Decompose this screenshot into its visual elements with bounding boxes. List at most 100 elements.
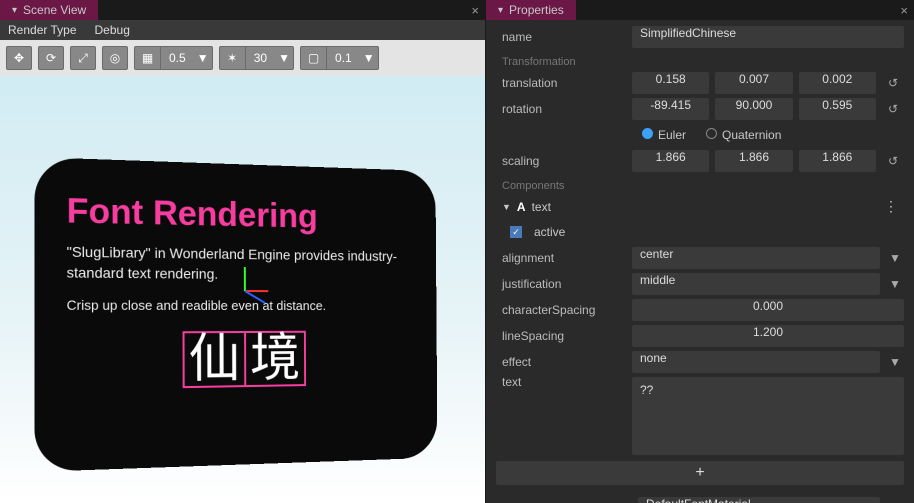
- name-label: name: [496, 30, 626, 44]
- active-label: active: [534, 225, 565, 239]
- dropdown-icon[interactable]: ▼: [886, 355, 904, 369]
- close-icon[interactable]: ×: [471, 3, 479, 18]
- cjk-char-2: 境: [246, 333, 304, 385]
- justification-row: justification middle ▼: [496, 271, 904, 297]
- snap-value[interactable]: 0.1: [327, 51, 360, 65]
- justification-label: justification: [496, 277, 626, 291]
- properties-body: name SimplifiedChinese Transformation tr…: [486, 20, 914, 503]
- text-field[interactable]: ??: [632, 377, 904, 455]
- collapse-triangle-icon: ▼: [502, 202, 511, 212]
- material-row: ▶ material DefaultFontMaterial▼: [496, 495, 904, 503]
- menu-render-type[interactable]: Render Type: [8, 23, 77, 37]
- dropdown-icon[interactable]: ▼: [886, 277, 904, 291]
- close-icon[interactable]: ×: [900, 3, 908, 18]
- transformation-section: Transformation: [496, 50, 904, 70]
- rotation-y-field[interactable]: 90.000: [715, 98, 792, 120]
- scene-view-menubar: Render Type Debug: [0, 20, 485, 40]
- rotation-mode-row: Euler Quaternion: [496, 122, 904, 148]
- scene-view-title: Scene View: [23, 3, 86, 17]
- active-checkbox[interactable]: ✓: [510, 226, 522, 238]
- properties-panel: ▾ Properties × name SimplifiedChinese Tr…: [485, 0, 914, 503]
- quaternion-radio[interactable]: Quaternion: [706, 128, 781, 142]
- name-row: name SimplifiedChinese: [496, 24, 904, 50]
- euler-radio[interactable]: Euler: [642, 128, 686, 142]
- card-subtitle-2: Crisp up close and readible even at dist…: [67, 298, 410, 314]
- rotation-z-field[interactable]: 0.595: [799, 98, 876, 120]
- justification-select[interactable]: middle: [632, 273, 880, 295]
- text-card-3d: Font Rendering "SlugLibrary" in Wonderla…: [34, 157, 437, 472]
- scaling-row: scaling 1.866 1.866 1.866 ↺: [496, 148, 904, 174]
- scene-toolbar: ✥ ⟳ ⤢ ◎ ▦ 0.5 ▼ ✶ 30 ▼ ▢ 0.1 ▼: [0, 40, 485, 76]
- translation-reset-button[interactable]: ↺: [882, 72, 904, 94]
- dropdown-icon[interactable]: ▼: [886, 251, 904, 265]
- angle-value[interactable]: 30: [246, 51, 275, 65]
- menu-debug[interactable]: Debug: [95, 23, 130, 37]
- alignment-row: alignment center ▼: [496, 245, 904, 271]
- cjk-selection-box: 仙 境: [182, 331, 306, 388]
- text-component-header[interactable]: ▼ A text ⋮: [496, 194, 904, 219]
- grid-snap-group: ▦ 0.5 ▼: [134, 46, 213, 70]
- scaling-label: scaling: [496, 154, 626, 168]
- translation-z-field[interactable]: 0.002: [799, 72, 876, 94]
- grid-dropdown[interactable]: ▼: [194, 51, 212, 65]
- translation-y-field[interactable]: 0.007: [715, 72, 792, 94]
- active-row: ✓ active: [496, 219, 904, 245]
- world-space-button[interactable]: ◎: [102, 46, 128, 70]
- chevron-down-icon: ▾: [12, 5, 17, 16]
- char-spacing-field[interactable]: 0.000: [632, 299, 904, 321]
- translation-x-field[interactable]: 0.158: [632, 72, 709, 94]
- components-section: Components: [496, 174, 904, 194]
- grid-icon[interactable]: ▦: [135, 46, 161, 70]
- gizmo-x-axis: [245, 290, 268, 292]
- text-type-icon: A: [517, 200, 526, 214]
- name-field[interactable]: SimplifiedChinese: [632, 26, 904, 48]
- grid-value[interactable]: 0.5: [161, 51, 194, 65]
- line-spacing-field[interactable]: 1.200: [632, 325, 904, 347]
- char-spacing-label: characterSpacing: [496, 303, 626, 317]
- move-snap-group: ▢ 0.1 ▼: [300, 46, 379, 70]
- scaling-x-field[interactable]: 1.866: [632, 150, 709, 172]
- cjk-sample: 仙 境: [67, 331, 410, 391]
- effect-select[interactable]: none: [632, 351, 880, 373]
- move-tool-button[interactable]: ✥: [6, 46, 32, 70]
- text-row: text ??: [496, 375, 904, 457]
- angle-icon[interactable]: ✶: [220, 46, 246, 70]
- component-type: text: [532, 200, 551, 214]
- alignment-select[interactable]: center: [632, 247, 880, 269]
- translation-row: translation 0.158 0.007 0.002 ↺: [496, 70, 904, 96]
- scale-tool-button[interactable]: ⤢: [70, 46, 96, 70]
- properties-header: ▾ Properties ×: [486, 0, 914, 20]
- angle-dropdown[interactable]: ▼: [275, 51, 293, 65]
- snap-dropdown[interactable]: ▼: [360, 51, 378, 65]
- rotation-label: rotation: [496, 102, 626, 116]
- line-spacing-row: lineSpacing 1.200: [496, 323, 904, 349]
- angle-snap-group: ✶ 30 ▼: [219, 46, 294, 70]
- radio-on-icon: [642, 128, 653, 139]
- radio-off-icon: [706, 128, 717, 139]
- cjk-char-1: 仙: [185, 333, 247, 386]
- scaling-reset-button[interactable]: ↺: [882, 150, 904, 172]
- effect-label: effect: [496, 355, 626, 369]
- effect-row: effect none ▼: [496, 349, 904, 375]
- scaling-z-field[interactable]: 1.866: [799, 150, 876, 172]
- char-spacing-row: characterSpacing 0.000: [496, 297, 904, 323]
- alignment-label: alignment: [496, 251, 626, 265]
- rotate-tool-button[interactable]: ⟳: [38, 46, 64, 70]
- chevron-down-icon: ▾: [498, 5, 503, 16]
- rotation-reset-button[interactable]: ↺: [882, 98, 904, 120]
- text-label: text: [496, 375, 626, 389]
- component-menu-button[interactable]: ⋮: [884, 198, 898, 215]
- scene-view-header: ▾ Scene View ×: [0, 0, 485, 20]
- add-component-button[interactable]: +: [496, 461, 904, 485]
- scene-viewport-3d[interactable]: Font Rendering "SlugLibrary" in Wonderla…: [0, 76, 485, 503]
- scene-view-tab[interactable]: ▾ Scene View: [0, 0, 98, 20]
- translation-label: translation: [496, 76, 626, 90]
- scaling-y-field[interactable]: 1.866: [715, 150, 792, 172]
- properties-title: Properties: [509, 3, 564, 17]
- line-spacing-label: lineSpacing: [496, 329, 626, 343]
- snap-icon[interactable]: ▢: [301, 46, 327, 70]
- material-select[interactable]: DefaultFontMaterial: [638, 497, 880, 503]
- rotation-row: rotation -89.415 90.000 0.595 ↺: [496, 96, 904, 122]
- properties-tab[interactable]: ▾ Properties: [486, 0, 576, 20]
- rotation-x-field[interactable]: -89.415: [632, 98, 709, 120]
